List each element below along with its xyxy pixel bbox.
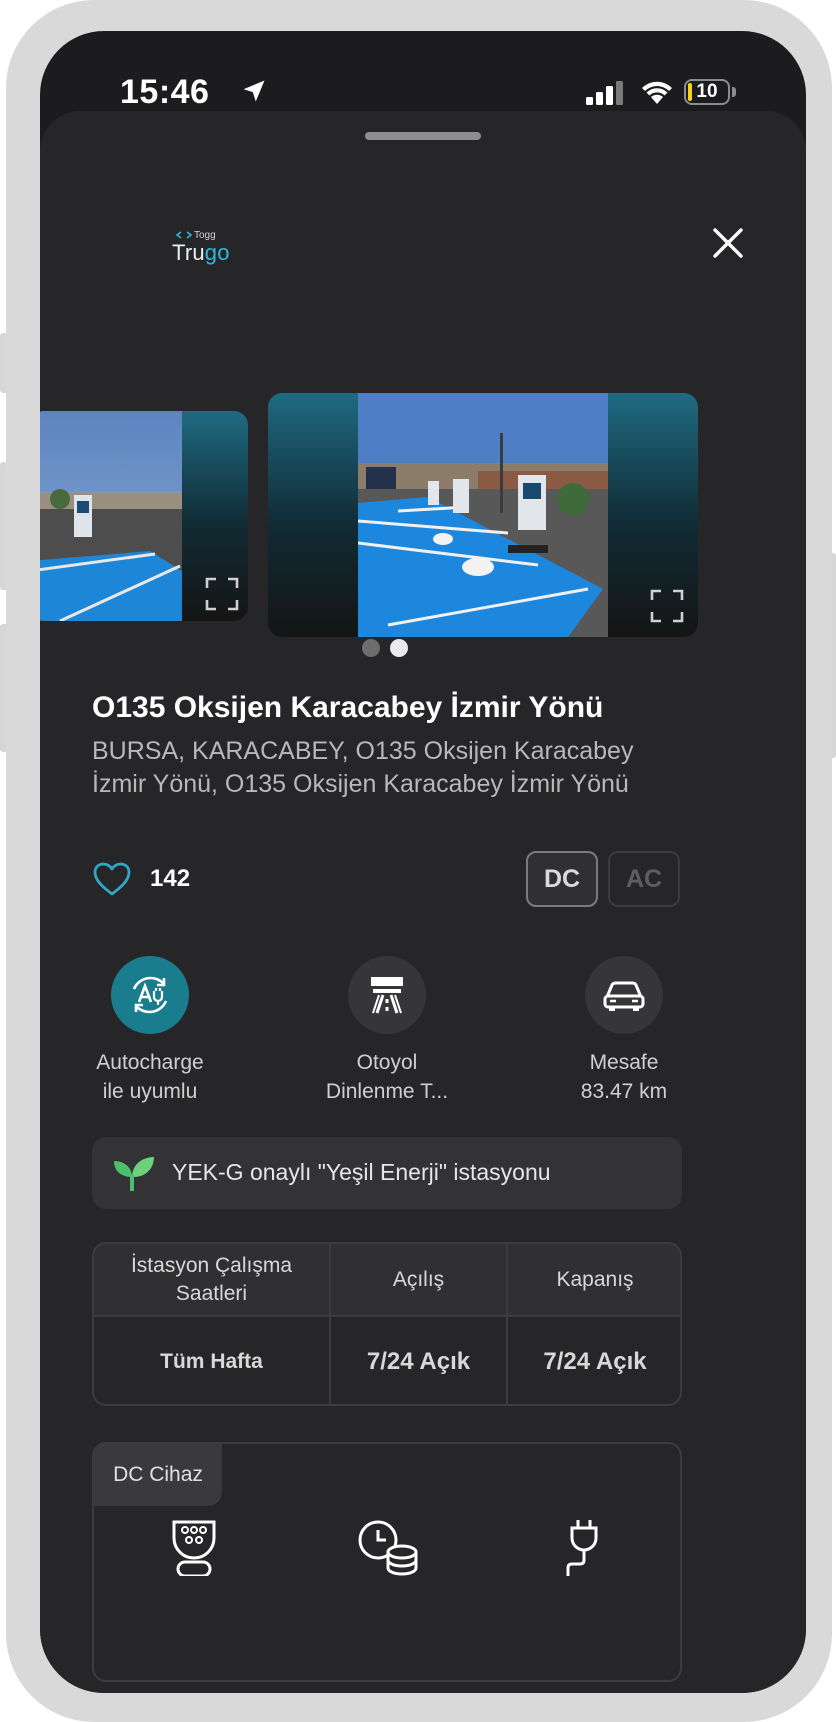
feature-label: Mesafe 83.47 km — [524, 1048, 724, 1106]
distance-badge — [585, 956, 663, 1034]
phone-frame: 15:46 10 Togg Trugo O135 Oksijen Karacab… — [6, 0, 832, 1722]
row-open-time: 7/24 Açık — [366, 1347, 471, 1375]
location-arrow-icon — [243, 80, 265, 102]
working-hours-table: İstasyon Çalışma Saatleri Açılış Kapanış… — [92, 1242, 682, 1406]
charging-station-photo — [40, 411, 182, 621]
gallery-pagination — [362, 639, 412, 659]
feature-autocharge: Autocharge ile uyumlu — [50, 956, 250, 1106]
feature-distance: Mesafe 83.47 km — [524, 956, 724, 1106]
wifi-icon — [642, 81, 672, 104]
feature-line: 83.47 km — [580, 1080, 668, 1103]
gallery-photo-2[interactable] — [268, 393, 698, 637]
autocharge-icon — [132, 976, 168, 1014]
feature-line: ile uyumlu — [102, 1080, 198, 1103]
feature-highway: Otoyol Dinlenme T... — [287, 956, 487, 1106]
feature-line: Dinlenme T... — [325, 1080, 449, 1103]
heart-icon[interactable] — [92, 861, 132, 897]
plug-icon — [566, 1520, 598, 1576]
header-close: Kapanış — [556, 1268, 634, 1291]
station-address: BURSA, KARACABEY, O135 Oksijen Karacabey… — [92, 737, 634, 798]
feature-line: Autocharge — [96, 1051, 204, 1074]
row-days: Tüm Hafta — [160, 1349, 263, 1373]
autocharge-badge — [111, 956, 189, 1034]
page-dot[interactable] — [362, 639, 380, 657]
battery-cap — [732, 87, 736, 97]
feature-label: Otoyol Dinlenme T... — [287, 1048, 487, 1106]
close-icon[interactable] — [710, 225, 746, 261]
battery-indicator: 10 — [684, 79, 730, 105]
status-time: 15:46 — [120, 73, 210, 111]
station-detail-sheet: Togg Trugo O135 Oksijen Karacabey İzmir … — [40, 111, 806, 1693]
header-open: Açılış — [392, 1268, 445, 1291]
row-close-time: 7/24 Açık — [543, 1347, 647, 1375]
dc-device-tab[interactable]: DC Cihaz — [94, 1444, 222, 1506]
header-hours: İstasyon Çalışma Saatleri — [130, 1254, 293, 1305]
logo-trugo-text: Trugo — [172, 240, 230, 266]
sheet-grabber[interactable] — [365, 132, 481, 140]
logo-part-b: go — [204, 240, 230, 265]
feature-line: Mesafe — [589, 1051, 659, 1074]
green-energy-banner: YEK-G onaylı "Yeşil Enerji" istasyonu — [92, 1137, 682, 1209]
feature-label: Autocharge ile uyumlu — [50, 1048, 250, 1106]
clock-coins-icon — [358, 1520, 418, 1576]
car-icon — [603, 981, 645, 1011]
connector-icon — [172, 1520, 216, 1576]
ac-filter-chip[interactable]: AC — [608, 851, 680, 907]
togg-arrows-icon — [176, 231, 192, 239]
dc-device-section: DC Cihaz — [92, 1442, 682, 1682]
expand-icon[interactable] — [205, 577, 239, 611]
cellular-signal-icon — [586, 81, 623, 105]
gallery-photo-1[interactable] — [40, 411, 248, 621]
trugo-logo: Togg Trugo — [136, 226, 256, 286]
leaf-icon — [114, 1157, 154, 1191]
dc-filter-chip[interactable]: DC — [526, 851, 598, 907]
logo-part-a: Tru — [172, 240, 205, 265]
page-dot-active[interactable] — [390, 639, 408, 657]
expand-icon[interactable] — [650, 589, 684, 623]
charging-station-photo — [358, 393, 608, 637]
station-title: O135 Oksijen Karacabey İzmir Yönü — [92, 691, 604, 724]
feature-line: Otoyol — [356, 1051, 418, 1074]
like-count: 142 — [150, 865, 191, 892]
battery-level: 10 — [696, 81, 718, 102]
highway-icon — [371, 977, 403, 1014]
green-energy-text: YEK-G onaylı "Yeşil Enerji" istasyonu — [172, 1159, 551, 1185]
phone-screen: 15:46 10 Togg Trugo O135 Oksijen Karacab… — [40, 31, 806, 1693]
highway-badge — [348, 956, 426, 1034]
